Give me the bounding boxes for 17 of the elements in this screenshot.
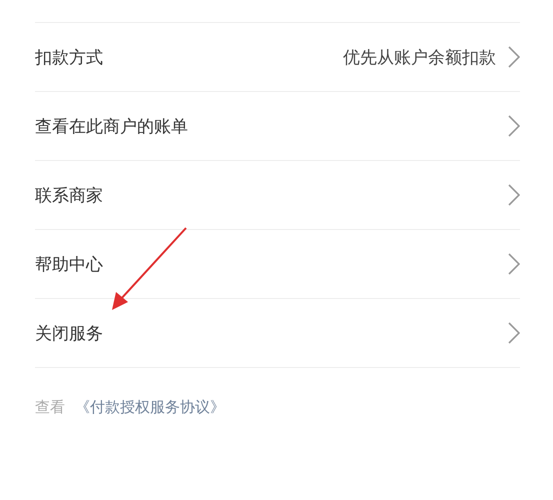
row-value: 优先从账户余额扣款 — [343, 46, 496, 68]
agreement-link[interactable]: 《付款授权服务协议》 — [75, 398, 225, 417]
row-label: 查看在此商户的账单 — [35, 116, 189, 138]
chevron-right-icon — [508, 46, 520, 68]
settings-row[interactable]: 扣款方式 优先从账户余额扣款 — [35, 23, 520, 92]
footer-text: 查看 — [35, 398, 65, 417]
settings-row[interactable]: 帮助中心 — [35, 230, 520, 299]
chevron-right-icon — [508, 253, 520, 275]
row-label: 联系商家 — [35, 184, 104, 206]
row-label: 关闭服务 — [35, 322, 104, 344]
settings-row[interactable]: 查看在此商户的账单 — [35, 92, 520, 161]
chevron-right-icon — [508, 184, 520, 206]
row-label: 扣款方式 — [35, 46, 104, 68]
row-label: 帮助中心 — [35, 254, 104, 276]
chevron-right-icon — [508, 322, 520, 344]
settings-row[interactable]: 联系商家 — [35, 161, 520, 230]
chevron-right-icon — [508, 115, 520, 137]
